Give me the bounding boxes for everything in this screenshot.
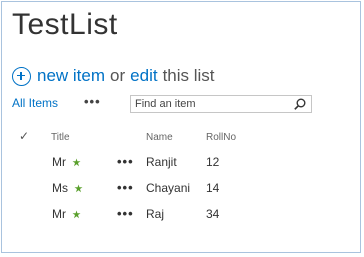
view-all-items[interactable]: All Items <box>12 96 58 110</box>
new-item-star-icon <box>72 210 81 219</box>
search-input[interactable] <box>130 95 312 113</box>
view-more-dots[interactable]: ••• <box>84 94 101 109</box>
name-cell: Chayani <box>146 181 191 195</box>
page-title: TestList <box>12 8 118 41</box>
checkmark-icon[interactable]: ✓ <box>19 129 29 143</box>
column-header-rollno[interactable]: RollNo <box>206 132 236 143</box>
column-header-title[interactable]: Title <box>51 132 70 143</box>
new-item-star-icon <box>72 158 81 167</box>
rollno-cell: 12 <box>206 155 220 169</box>
edit-link[interactable]: edit <box>130 66 157 86</box>
name-cell: Raj <box>146 207 165 221</box>
command-bar: new item or edit this list <box>12 64 220 88</box>
this-list-text: this list <box>162 66 215 85</box>
row-title-text: Mr <box>52 207 66 221</box>
item-menu-dots[interactable]: ••• <box>117 206 134 221</box>
item-menu-dots[interactable]: ••• <box>117 154 134 169</box>
new-item-link[interactable]: new item <box>37 66 105 86</box>
row-title-text: Mr <box>52 155 66 169</box>
name-cell: Ranjit <box>146 155 177 169</box>
new-item-star-icon <box>74 184 83 193</box>
magnifier-icon[interactable] <box>294 98 306 110</box>
or-text: or <box>110 66 126 85</box>
row-title-text: Ms <box>52 181 68 195</box>
row-title-cell[interactable]: Mr <box>52 155 81 169</box>
circle-plus-icon[interactable] <box>12 66 31 86</box>
rollno-cell: 34 <box>206 207 220 221</box>
rollno-cell: 14 <box>206 181 220 195</box>
row-title-cell[interactable]: Ms <box>52 181 83 195</box>
item-menu-dots[interactable]: ••• <box>117 180 134 195</box>
row-title-cell[interactable]: Mr <box>52 207 81 221</box>
column-header-name[interactable]: Name <box>146 132 173 143</box>
